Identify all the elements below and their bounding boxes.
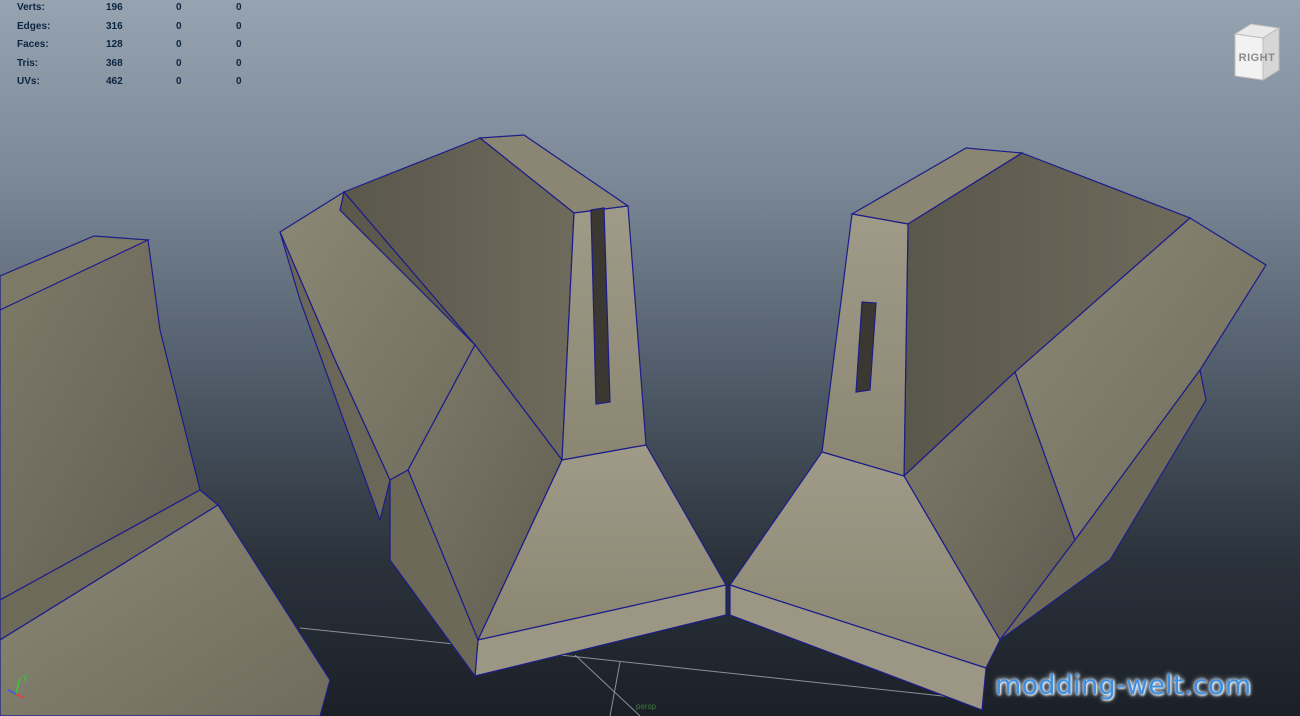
view-cube-label: RIGHT — [1238, 52, 1276, 64]
barrier-right — [729, 147, 1267, 711]
hud-value: 0 — [176, 20, 182, 32]
hud-value: 128 — [106, 39, 123, 50]
maya-viewport[interactable]: Verts: 196 0 0 Edges: 316 0 0 Faces: 128… — [0, 0, 1300, 716]
hud-value: 0 — [176, 39, 182, 50]
hud-value: 368 — [106, 57, 123, 69]
hud-value: 0 — [236, 20, 242, 32]
scene-render — [0, 134, 1267, 716]
hud-value: 0 — [176, 2, 182, 13]
hud-value: 0 — [176, 57, 182, 69]
view-cube-icon[interactable]: RIGHT — [1231, 22, 1283, 82]
hud-label: Verts: — [17, 2, 45, 13]
axis-y-label: y — [23, 672, 28, 682]
watermark-logo: modding-welt.com — [995, 670, 1252, 701]
hud-value: 316 — [106, 20, 123, 32]
hud-value: 462 — [106, 76, 123, 87]
barrier-left — [0, 235, 331, 716]
hud-label: Faces: — [17, 39, 49, 50]
hud-value: 0 — [236, 76, 242, 87]
camera-label: persp — [636, 702, 657, 711]
hud-value: 0 — [236, 39, 242, 50]
hud-value: 0 — [236, 2, 242, 13]
axis-gizmo-icon: y — [6, 668, 36, 708]
hud-value: 0 — [236, 57, 242, 69]
hud-value: 0 — [176, 76, 182, 87]
hud-label: UVs: — [17, 76, 40, 87]
hud-label: Tris: — [17, 57, 39, 69]
hud-value: 196 — [106, 2, 123, 13]
hud-label: Edges: — [17, 20, 51, 32]
barrier-middle — [279, 134, 727, 678]
